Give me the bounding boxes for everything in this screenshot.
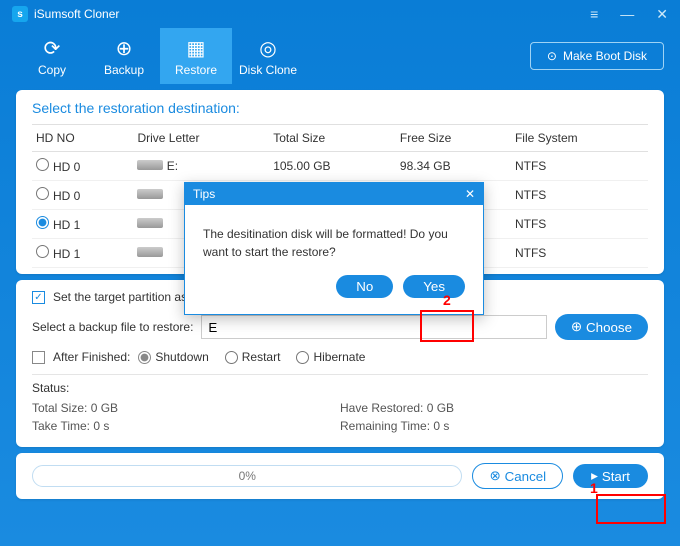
app-title: iSumsoft Cloner bbox=[34, 7, 119, 21]
app-logo-icon: s bbox=[12, 6, 28, 22]
title-bar: s iSumsoft Cloner ≡ — ✕ bbox=[0, 0, 680, 28]
copy-icon: ⟳ bbox=[44, 36, 61, 61]
table-row[interactable]: HD 0 E:105.00 GB98.34 GBNTFS bbox=[32, 152, 648, 181]
status-label: Status: bbox=[32, 381, 648, 395]
hd-radio[interactable] bbox=[36, 216, 49, 229]
col-total: Total Size bbox=[269, 125, 396, 152]
makeboot-label: Make Boot Disk bbox=[563, 49, 647, 63]
cancel-icon: ⊗ bbox=[489, 468, 500, 484]
status-remain: Remaining Time: 0 s bbox=[340, 417, 648, 435]
hd-radio[interactable] bbox=[36, 158, 49, 171]
hd-radio[interactable] bbox=[36, 187, 49, 200]
main-toolbar: ⟳ Copy ⊕ Backup ▦ Restore ◎ Disk Clone ⊙ Make… bbox=[0, 28, 680, 84]
col-hdno: HD NO bbox=[32, 125, 133, 152]
col-drive: Drive Letter bbox=[133, 125, 269, 152]
col-free: Free Size bbox=[396, 125, 511, 152]
boot-icon: ⊙ bbox=[547, 49, 557, 63]
choose-button[interactable]: ⊕Choose bbox=[555, 314, 648, 340]
after-checkbox[interactable]: ✓ bbox=[32, 351, 45, 364]
restore-label: Restore bbox=[175, 63, 217, 77]
copy-label: Copy bbox=[38, 63, 66, 77]
dialog-close-icon[interactable]: ✕ bbox=[465, 187, 475, 201]
section-heading: Select the restoration destination: bbox=[32, 100, 648, 116]
status-total: Total Size: 0 GB bbox=[32, 399, 340, 417]
status-have: Have Restored: 0 GB bbox=[340, 399, 648, 417]
start-button[interactable]: ▸Start bbox=[573, 464, 648, 488]
after-label: After Finished: bbox=[53, 350, 130, 364]
make-boot-button[interactable]: ⊙ Make Boot Disk bbox=[530, 42, 664, 70]
dialog-title: Tips bbox=[193, 187, 215, 201]
backup-icon: ⊕ bbox=[116, 36, 133, 61]
select-file-label: Select a backup file to restore: bbox=[32, 320, 193, 334]
col-fs: File System bbox=[511, 125, 648, 152]
diskclone-label: Disk Clone bbox=[239, 63, 297, 77]
set-active-checkbox[interactable]: ✓ bbox=[32, 291, 45, 304]
restore-icon: ▦ bbox=[187, 36, 206, 61]
diskclone-icon: ◎ bbox=[259, 36, 276, 61]
annotation-2: 2 bbox=[443, 292, 451, 308]
dialog-message: The desitination disk will be formatted!… bbox=[185, 205, 483, 275]
restart-option[interactable]: Restart bbox=[225, 350, 281, 364]
backup-label: Backup bbox=[104, 63, 144, 77]
copy-tab[interactable]: ⟳ Copy bbox=[16, 28, 88, 84]
backup-file-input[interactable] bbox=[201, 315, 546, 339]
status-take: Take Time: 0 s bbox=[32, 417, 340, 435]
restore-tab[interactable]: ▦ Restore bbox=[160, 28, 232, 84]
menu-icon[interactable]: ≡ bbox=[590, 6, 598, 23]
disk-icon bbox=[137, 189, 163, 199]
minimize-icon[interactable]: — bbox=[620, 6, 634, 23]
diskclone-tab[interactable]: ◎ Disk Clone bbox=[232, 28, 304, 84]
disk-icon bbox=[137, 160, 163, 170]
footer-panel: 0% ⊗Cancel ▸Start bbox=[16, 453, 664, 499]
plus-icon: ⊕ bbox=[571, 319, 582, 335]
shutdown-option[interactable]: Shutdown bbox=[138, 350, 208, 364]
yes-button[interactable]: Yes bbox=[403, 275, 465, 298]
backup-tab[interactable]: ⊕ Backup bbox=[88, 28, 160, 84]
tips-dialog: Tips ✕ The desitination disk will be for… bbox=[184, 182, 484, 315]
no-button[interactable]: No bbox=[336, 275, 393, 298]
cancel-button[interactable]: ⊗Cancel bbox=[472, 463, 563, 489]
hd-radio[interactable] bbox=[36, 245, 49, 258]
disk-icon bbox=[137, 218, 163, 228]
progress-bar: 0% bbox=[32, 465, 462, 487]
annotation-1: 1 bbox=[590, 480, 598, 496]
close-icon[interactable]: ✕ bbox=[656, 6, 668, 23]
disk-icon bbox=[137, 247, 163, 257]
dialog-header: Tips ✕ bbox=[185, 183, 483, 205]
hibernate-option[interactable]: Hibernate bbox=[296, 350, 365, 364]
